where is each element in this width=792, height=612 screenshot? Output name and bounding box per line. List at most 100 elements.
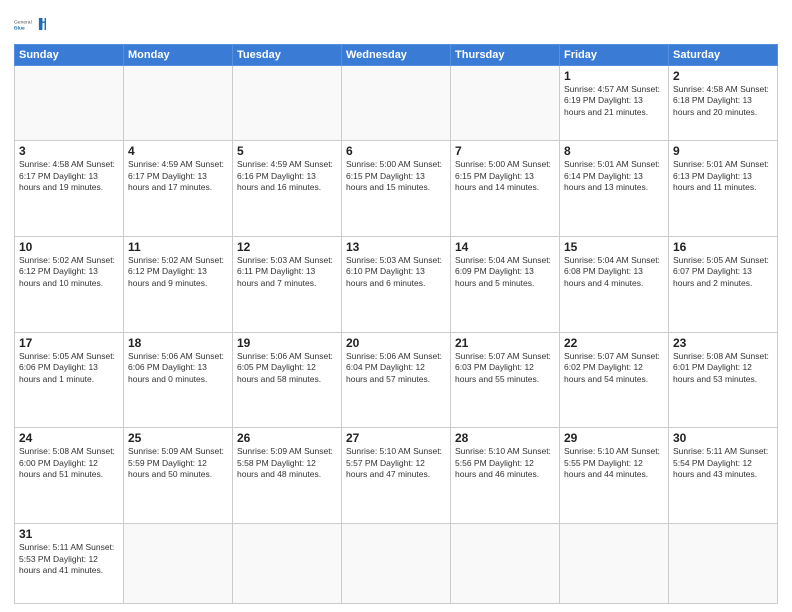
- calendar-cell: 27Sunrise: 5:10 AM Sunset: 5:57 PM Dayli…: [342, 428, 451, 524]
- header: GeneralBlue: [14, 10, 778, 38]
- day-info: Sunrise: 5:06 AM Sunset: 6:06 PM Dayligh…: [128, 351, 228, 385]
- day-number: 12: [237, 240, 337, 254]
- svg-text:General: General: [14, 20, 32, 26]
- day-info: Sunrise: 5:04 AM Sunset: 6:08 PM Dayligh…: [564, 255, 664, 289]
- day-number: 17: [19, 336, 119, 350]
- day-number: 1: [564, 69, 664, 83]
- day-number: 2: [673, 69, 773, 83]
- page: GeneralBlue SundayMondayTuesdayWednesday…: [0, 0, 792, 612]
- calendar-cell: 20Sunrise: 5:06 AM Sunset: 6:04 PM Dayli…: [342, 332, 451, 428]
- day-info: Sunrise: 5:10 AM Sunset: 5:55 PM Dayligh…: [564, 446, 664, 480]
- day-info: Sunrise: 4:58 AM Sunset: 6:17 PM Dayligh…: [19, 159, 119, 193]
- calendar-cell: [342, 66, 451, 141]
- calendar-cell: 29Sunrise: 5:10 AM Sunset: 5:55 PM Dayli…: [560, 428, 669, 524]
- day-info: Sunrise: 5:09 AM Sunset: 5:59 PM Dayligh…: [128, 446, 228, 480]
- weekday-header-sunday: Sunday: [15, 45, 124, 66]
- day-info: Sunrise: 5:00 AM Sunset: 6:15 PM Dayligh…: [346, 159, 446, 193]
- weekday-header-row: SundayMondayTuesdayWednesdayThursdayFrid…: [15, 45, 778, 66]
- calendar-cell: 1Sunrise: 4:57 AM Sunset: 6:19 PM Daylig…: [560, 66, 669, 141]
- calendar-cell: 13Sunrise: 5:03 AM Sunset: 6:10 PM Dayli…: [342, 236, 451, 332]
- calendar-cell: [124, 66, 233, 141]
- day-number: 22: [564, 336, 664, 350]
- day-info: Sunrise: 4:58 AM Sunset: 6:18 PM Dayligh…: [673, 84, 773, 118]
- day-number: 4: [128, 144, 228, 158]
- day-info: Sunrise: 5:02 AM Sunset: 6:12 PM Dayligh…: [19, 255, 119, 289]
- calendar-cell: 11Sunrise: 5:02 AM Sunset: 6:12 PM Dayli…: [124, 236, 233, 332]
- day-info: Sunrise: 5:06 AM Sunset: 6:04 PM Dayligh…: [346, 351, 446, 385]
- calendar-week-row-4: 17Sunrise: 5:05 AM Sunset: 6:06 PM Dayli…: [15, 332, 778, 428]
- calendar-cell: 18Sunrise: 5:06 AM Sunset: 6:06 PM Dayli…: [124, 332, 233, 428]
- day-number: 14: [455, 240, 555, 254]
- day-info: Sunrise: 5:04 AM Sunset: 6:09 PM Dayligh…: [455, 255, 555, 289]
- day-number: 28: [455, 431, 555, 445]
- day-number: 21: [455, 336, 555, 350]
- calendar-cell: [15, 66, 124, 141]
- day-number: 26: [237, 431, 337, 445]
- day-number: 10: [19, 240, 119, 254]
- day-number: 31: [19, 527, 119, 541]
- day-info: Sunrise: 5:05 AM Sunset: 6:06 PM Dayligh…: [19, 351, 119, 385]
- day-info: Sunrise: 5:02 AM Sunset: 6:12 PM Dayligh…: [128, 255, 228, 289]
- day-number: 27: [346, 431, 446, 445]
- calendar-cell: 12Sunrise: 5:03 AM Sunset: 6:11 PM Dayli…: [233, 236, 342, 332]
- day-info: Sunrise: 5:00 AM Sunset: 6:15 PM Dayligh…: [455, 159, 555, 193]
- calendar-cell: 10Sunrise: 5:02 AM Sunset: 6:12 PM Dayli…: [15, 236, 124, 332]
- calendar-week-row-6: 31Sunrise: 5:11 AM Sunset: 5:53 PM Dayli…: [15, 524, 778, 604]
- day-info: Sunrise: 5:01 AM Sunset: 6:13 PM Dayligh…: [673, 159, 773, 193]
- calendar-cell: [669, 524, 778, 604]
- svg-text:Blue: Blue: [14, 25, 25, 31]
- calendar-cell: 4Sunrise: 4:59 AM Sunset: 6:17 PM Daylig…: [124, 141, 233, 237]
- day-number: 16: [673, 240, 773, 254]
- day-info: Sunrise: 5:10 AM Sunset: 5:56 PM Dayligh…: [455, 446, 555, 480]
- calendar-week-row-2: 3Sunrise: 4:58 AM Sunset: 6:17 PM Daylig…: [15, 141, 778, 237]
- day-info: Sunrise: 5:11 AM Sunset: 5:53 PM Dayligh…: [19, 542, 119, 576]
- calendar-cell: [451, 524, 560, 604]
- calendar-cell: 31Sunrise: 5:11 AM Sunset: 5:53 PM Dayli…: [15, 524, 124, 604]
- weekday-header-thursday: Thursday: [451, 45, 560, 66]
- calendar-week-row-1: 1Sunrise: 4:57 AM Sunset: 6:19 PM Daylig…: [15, 66, 778, 141]
- calendar-cell: [342, 524, 451, 604]
- day-info: Sunrise: 5:06 AM Sunset: 6:05 PM Dayligh…: [237, 351, 337, 385]
- calendar-cell: 26Sunrise: 5:09 AM Sunset: 5:58 PM Dayli…: [233, 428, 342, 524]
- day-info: Sunrise: 5:07 AM Sunset: 6:02 PM Dayligh…: [564, 351, 664, 385]
- day-info: Sunrise: 5:05 AM Sunset: 6:07 PM Dayligh…: [673, 255, 773, 289]
- weekday-header-friday: Friday: [560, 45, 669, 66]
- day-number: 18: [128, 336, 228, 350]
- day-info: Sunrise: 5:03 AM Sunset: 6:10 PM Dayligh…: [346, 255, 446, 289]
- day-number: 5: [237, 144, 337, 158]
- day-number: 15: [564, 240, 664, 254]
- calendar-cell: 3Sunrise: 4:58 AM Sunset: 6:17 PM Daylig…: [15, 141, 124, 237]
- day-number: 23: [673, 336, 773, 350]
- calendar-cell: [124, 524, 233, 604]
- day-number: 13: [346, 240, 446, 254]
- calendar-cell: 19Sunrise: 5:06 AM Sunset: 6:05 PM Dayli…: [233, 332, 342, 428]
- day-number: 7: [455, 144, 555, 158]
- calendar-cell: 2Sunrise: 4:58 AM Sunset: 6:18 PM Daylig…: [669, 66, 778, 141]
- day-number: 30: [673, 431, 773, 445]
- day-number: 11: [128, 240, 228, 254]
- day-number: 9: [673, 144, 773, 158]
- calendar-week-row-3: 10Sunrise: 5:02 AM Sunset: 6:12 PM Dayli…: [15, 236, 778, 332]
- calendar-cell: 24Sunrise: 5:08 AM Sunset: 6:00 PM Dayli…: [15, 428, 124, 524]
- day-info: Sunrise: 4:59 AM Sunset: 6:16 PM Dayligh…: [237, 159, 337, 193]
- day-info: Sunrise: 5:01 AM Sunset: 6:14 PM Dayligh…: [564, 159, 664, 193]
- calendar-cell: [560, 524, 669, 604]
- day-info: Sunrise: 5:10 AM Sunset: 5:57 PM Dayligh…: [346, 446, 446, 480]
- calendar-cell: 28Sunrise: 5:10 AM Sunset: 5:56 PM Dayli…: [451, 428, 560, 524]
- calendar-cell: [233, 524, 342, 604]
- day-info: Sunrise: 5:09 AM Sunset: 5:58 PM Dayligh…: [237, 446, 337, 480]
- day-info: Sunrise: 4:59 AM Sunset: 6:17 PM Dayligh…: [128, 159, 228, 193]
- calendar-cell: 8Sunrise: 5:01 AM Sunset: 6:14 PM Daylig…: [560, 141, 669, 237]
- calendar-cell: 25Sunrise: 5:09 AM Sunset: 5:59 PM Dayli…: [124, 428, 233, 524]
- calendar-cell: 30Sunrise: 5:11 AM Sunset: 5:54 PM Dayli…: [669, 428, 778, 524]
- logo: GeneralBlue: [14, 10, 46, 38]
- day-number: 6: [346, 144, 446, 158]
- calendar-cell: 22Sunrise: 5:07 AM Sunset: 6:02 PM Dayli…: [560, 332, 669, 428]
- day-info: Sunrise: 5:08 AM Sunset: 6:00 PM Dayligh…: [19, 446, 119, 480]
- calendar-cell: 16Sunrise: 5:05 AM Sunset: 6:07 PM Dayli…: [669, 236, 778, 332]
- day-number: 25: [128, 431, 228, 445]
- day-info: Sunrise: 5:03 AM Sunset: 6:11 PM Dayligh…: [237, 255, 337, 289]
- generalblue-logo-icon: GeneralBlue: [14, 10, 46, 38]
- day-number: 24: [19, 431, 119, 445]
- calendar-cell: [233, 66, 342, 141]
